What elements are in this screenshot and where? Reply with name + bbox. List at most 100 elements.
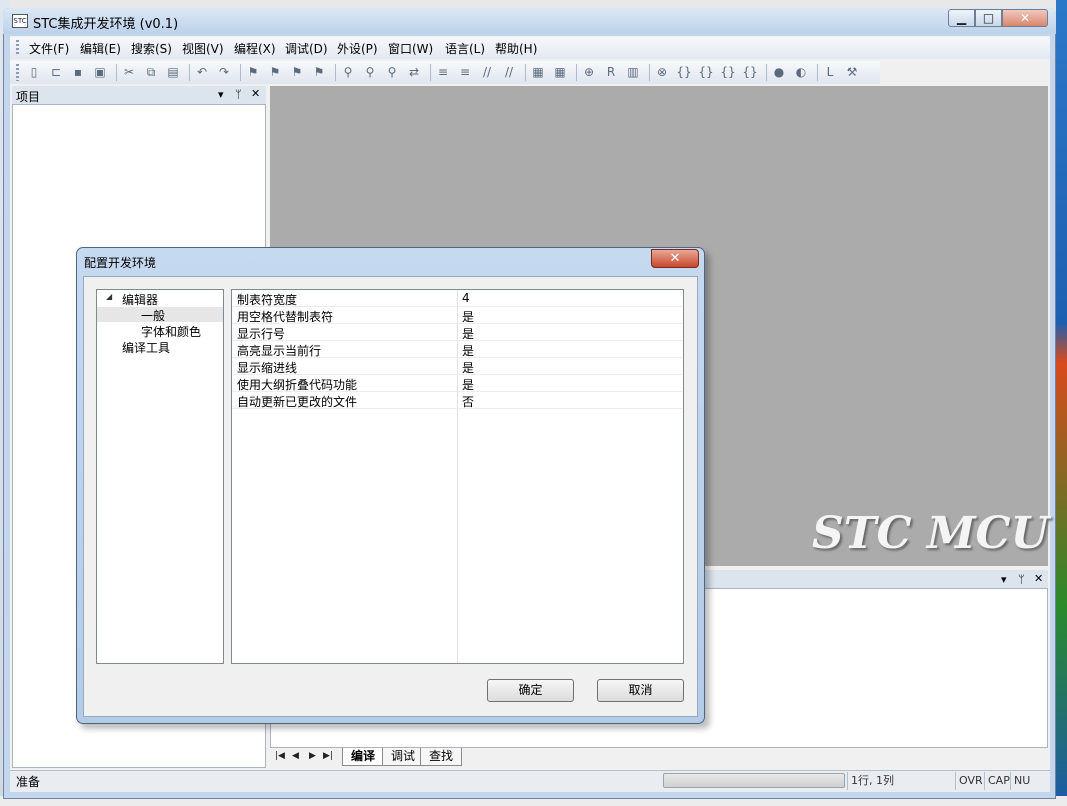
pane-menu-icon[interactable]: ▾ [218, 88, 224, 101]
tools-icon[interactable]: ⚒ [844, 65, 860, 80]
property-row[interactable] [232, 358, 682, 375]
toolbar-separator [335, 64, 336, 81]
menu-view[interactable]: 视图(V) [182, 40, 224, 57]
menu-file[interactable]: 文件(F) [29, 40, 69, 57]
menu-search[interactable]: 搜索(S) [131, 40, 172, 57]
pane-close-icon[interactable]: ✕ [251, 87, 260, 100]
comment-icon[interactable]: // [479, 65, 495, 80]
output-close-icon[interactable]: ✕ [1034, 572, 1043, 585]
open-folder-icon[interactable]: ⊏ [48, 65, 64, 80]
property-value[interactable]: 是 [462, 342, 474, 359]
tree-node-general[interactable]: 一般 [141, 307, 165, 324]
step-over-icon[interactable]: {} [698, 65, 714, 80]
step-into-icon[interactable]: {} [676, 65, 692, 80]
paste-icon[interactable]: ▤ [165, 65, 181, 80]
run-to-cursor-icon[interactable]: {} [742, 65, 758, 80]
property-value[interactable]: 是 [462, 376, 474, 393]
bookmark-clear-icon[interactable]: ⚑ [311, 65, 327, 80]
menu-help[interactable]: 帮助(H) [495, 40, 537, 57]
tab-debug[interactable]: 调试 [382, 748, 425, 766]
toolbar-separator [430, 64, 431, 81]
step-out-icon[interactable]: {} [720, 65, 736, 80]
save-icon[interactable]: ▪ [70, 65, 86, 80]
output-pane-menu-icon[interactable]: ▾ [1001, 573, 1007, 586]
outdent-icon[interactable]: ≡ [457, 65, 473, 80]
registers-icon[interactable]: ▥ [625, 65, 641, 80]
compile-icon[interactable]: ▦ [530, 65, 546, 80]
bookmark-prev-icon[interactable]: ⚑ [289, 65, 305, 80]
property-name: 高亮显示当前行 [237, 344, 322, 358]
bookmark-toggle-icon[interactable]: ⚑ [245, 65, 261, 80]
desktop-background-right [1056, 0, 1067, 806]
pin-icon[interactable]: ᛘ [235, 88, 242, 101]
find-next-icon[interactable]: ⚲ [362, 65, 378, 80]
clear-breakpoints-icon[interactable]: ◐ [793, 65, 809, 80]
load-icon[interactable]: L [822, 65, 838, 80]
property-row[interactable] [232, 324, 682, 341]
property-name: 使用大纲折叠代码功能 [237, 378, 358, 392]
menu-edit[interactable]: 编辑(E) [80, 40, 121, 57]
build-all-icon[interactable]: ▦ [552, 65, 568, 80]
property-name: 自动更新已更改的文件 [237, 395, 358, 409]
copy-icon[interactable]: ⧉ [143, 65, 159, 80]
status-text: 准备 [16, 775, 41, 789]
toolbar-separator [817, 64, 818, 81]
menu-peripherals[interactable]: 外设(P) [337, 40, 378, 57]
toolbar-separator [576, 64, 577, 81]
app-icon[interactable]: STC [12, 14, 28, 28]
find-icon[interactable]: ⚲ [340, 65, 356, 80]
next-tab-icon[interactable]: ▶ [309, 751, 316, 761]
toolbar-separator [649, 64, 650, 81]
tree-node-font-color[interactable]: 字体和颜色 [141, 323, 201, 340]
close-button[interactable]: ✕ [1002, 9, 1048, 27]
breakpoint-icon[interactable]: ● [771, 65, 787, 80]
new-file-icon[interactable]: ▯ [26, 65, 42, 80]
stop-icon[interactable]: ⊗ [654, 65, 670, 80]
first-tab-icon[interactable]: |◀ [275, 751, 285, 761]
property-row[interactable] [232, 290, 682, 307]
toolbar-separator [525, 64, 526, 81]
toolbar-separator [189, 64, 190, 81]
indent-icon[interactable]: ≡ [435, 65, 451, 80]
property-value[interactable]: 是 [462, 308, 474, 325]
property-value[interactable]: 是 [462, 325, 474, 342]
cut-icon[interactable]: ✂ [121, 65, 137, 80]
menu-grip[interactable] [16, 40, 19, 56]
caps-lock-indicator: CAP [984, 772, 1012, 790]
property-name: 显示行号 [237, 327, 286, 341]
property-value[interactable]: 4 [462, 291, 470, 305]
cancel-button[interactable]: 取消 [597, 679, 684, 702]
dialog-close-button[interactable]: ✕ [651, 249, 699, 268]
output-pin-icon[interactable]: ᛘ [1018, 573, 1025, 586]
prev-tab-icon[interactable]: ◀ [292, 751, 299, 761]
uncomment-icon[interactable]: // [501, 65, 517, 80]
property-name: 显示缩进线 [237, 361, 298, 375]
maximize-button[interactable]: □ [975, 9, 1002, 27]
tab-find[interactable]: 查找 [420, 748, 463, 766]
redo-icon[interactable]: ↷ [216, 65, 232, 80]
tree-node-editor[interactable]: 编辑器 [122, 291, 158, 308]
toolbar-separator [240, 64, 241, 81]
tree-node-compiler[interactable]: 编译工具 [122, 339, 170, 356]
menu-language[interactable]: 语言(L) [445, 40, 485, 57]
last-tab-icon[interactable]: ▶| [323, 751, 333, 761]
undo-icon[interactable]: ↶ [194, 65, 210, 80]
replace-icon[interactable]: ⇄ [406, 65, 422, 80]
expand-arrow-icon[interactable]: ◢ [106, 292, 112, 301]
zoom-icon[interactable]: ⊕ [581, 65, 597, 80]
project-pane-title: 项目 [16, 90, 41, 104]
menu-window[interactable]: 窗口(W) [388, 40, 433, 57]
toolbar-grip[interactable] [16, 64, 19, 81]
property-value[interactable]: 否 [462, 393, 474, 410]
property-value[interactable]: 是 [462, 359, 474, 376]
find-prev-icon[interactable]: ⚲ [384, 65, 400, 80]
menu-program[interactable]: 编程(X) [234, 40, 276, 57]
reset-icon[interactable]: R [603, 65, 619, 80]
minimize-button[interactable]: ▁ [948, 9, 975, 27]
bookmark-next-icon[interactable]: ⚑ [267, 65, 283, 80]
ok-button[interactable]: 确定 [487, 679, 574, 702]
tab-compile[interactable]: 编译 [342, 748, 385, 766]
progress-bar [663, 773, 845, 788]
menu-debug[interactable]: 调试(D) [285, 40, 328, 57]
save-all-icon[interactable]: ▣ [92, 65, 108, 80]
